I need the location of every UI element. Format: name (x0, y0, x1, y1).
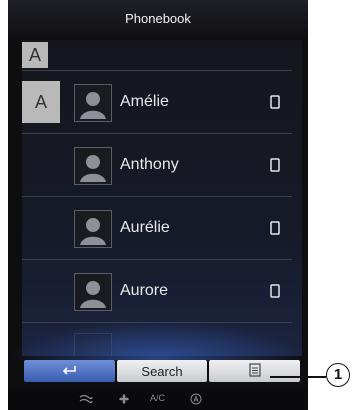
toolbar: Search (24, 360, 301, 382)
climate-bar: A/C (8, 388, 308, 410)
contact-row-anthony[interactable]: Anthony (22, 134, 292, 197)
row-letter: A (22, 81, 60, 123)
contact-name: Anthony (120, 156, 179, 173)
avatar-icon (74, 147, 112, 185)
avatar-icon (74, 84, 112, 122)
contact-row-aurelie[interactable]: Aurélie (22, 197, 292, 260)
contact-row-amelie[interactable]: A Amélie (22, 71, 292, 134)
contact-name: Amélie (120, 93, 169, 110)
contact-name: Aurélie (120, 219, 170, 236)
mobile-phone-icon (270, 284, 280, 298)
menu-button[interactable] (209, 360, 301, 382)
back-arrow-icon (61, 364, 77, 379)
bottom-glow (8, 320, 308, 360)
ac-label[interactable]: A/C (150, 393, 165, 403)
callout-leader-line (270, 376, 326, 378)
avatar-icon (74, 210, 112, 248)
section-letter: A (22, 42, 48, 68)
auto-climate-icon[interactable] (190, 393, 202, 407)
page-title: Phonebook (8, 0, 308, 38)
contact-list: A A Amélie Anthony Aurélie Aurore (22, 40, 302, 356)
back-button[interactable] (24, 360, 115, 382)
mobile-phone-icon (270, 95, 280, 109)
fan-icon[interactable] (118, 393, 130, 407)
contact-row-aurore[interactable]: Aurore (22, 260, 292, 323)
callout-marker: 1 (326, 363, 350, 387)
list-menu-icon (249, 362, 261, 380)
air-flow-icon[interactable] (78, 393, 94, 407)
phonebook-screen: Phonebook A A Amélie Anthony Aurélie Aur… (8, 0, 308, 410)
search-button[interactable]: Search (116, 360, 208, 382)
avatar-icon (74, 273, 112, 311)
section-header: A (22, 40, 292, 71)
contact-name: Aurore (120, 282, 169, 299)
mobile-phone-icon (270, 221, 280, 235)
mobile-phone-icon (270, 158, 280, 172)
